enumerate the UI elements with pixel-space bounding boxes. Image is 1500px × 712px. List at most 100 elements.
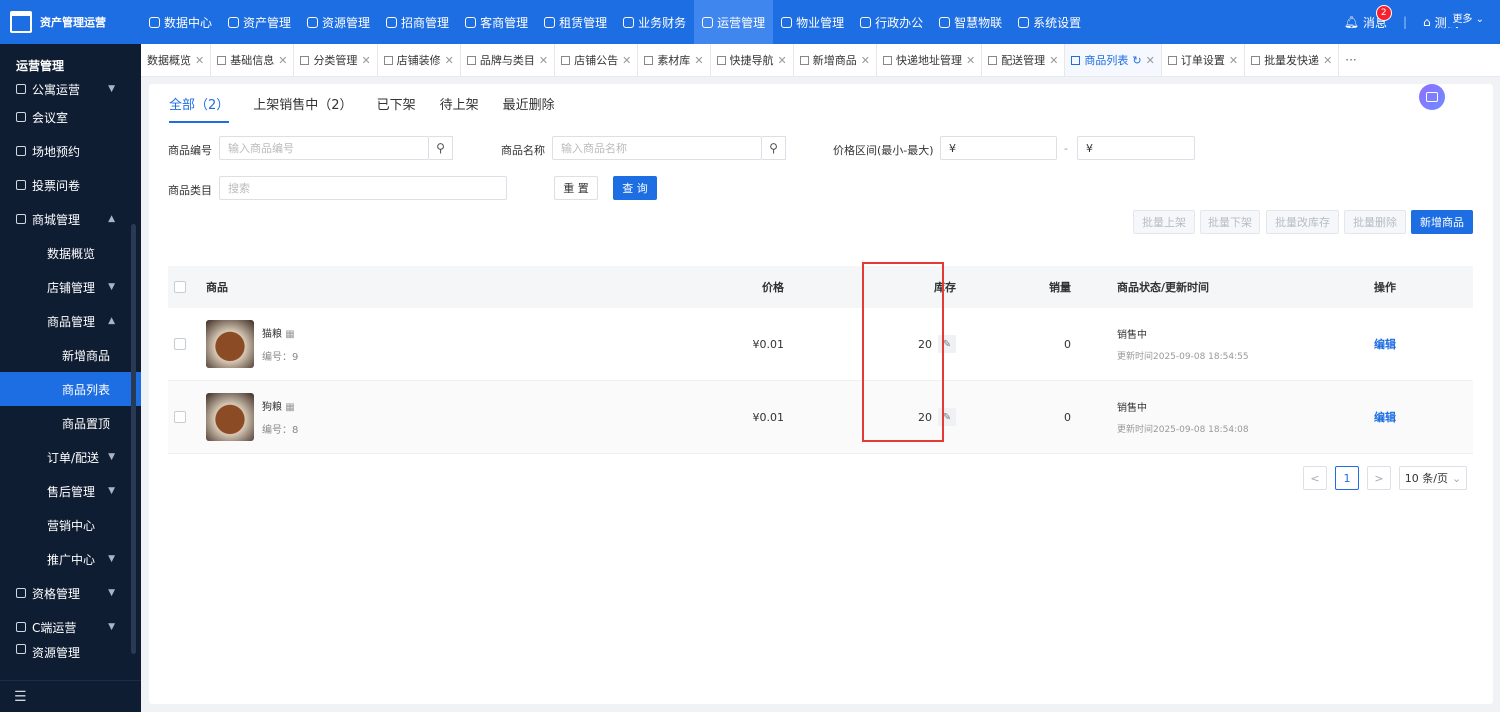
batch-stock-button[interactable]: 批量改库存 xyxy=(1266,210,1339,234)
product-update-time: 更新时间2025-09-08 18:54:55 xyxy=(1117,352,1249,362)
tab-item[interactable]: 店铺公告 ✕ xyxy=(555,44,639,76)
sidebar-item-apartment[interactable]: 公寓运营 ▼ xyxy=(0,78,141,100)
batch-delete-button[interactable]: 批量删除 xyxy=(1344,210,1406,234)
store-icon-button[interactable] xyxy=(1419,84,1445,110)
tab-all[interactable]: 全部（2） xyxy=(169,94,230,123)
nav-data-center[interactable]: 数据中心 xyxy=(141,0,220,44)
nav-finance[interactable]: 业务财务 xyxy=(615,0,694,44)
sidebar-item-c-operation[interactable]: C端运营 ▼ xyxy=(0,610,141,644)
close-icon[interactable]: ✕ xyxy=(778,54,787,67)
min-price-input[interactable]: ¥ xyxy=(940,136,1057,160)
close-icon[interactable]: ✕ xyxy=(1229,54,1238,67)
row-checkbox[interactable] xyxy=(174,411,186,423)
sidebar-item-overview[interactable]: 数据概览 xyxy=(0,236,141,270)
page-number[interactable]: 1 xyxy=(1335,466,1359,490)
tab-off-shelf[interactable]: 已下架 xyxy=(377,94,416,123)
batch-on-shelf-button[interactable]: 批量上架 xyxy=(1133,210,1195,234)
search-icon[interactable]: ⚲ xyxy=(762,136,786,160)
close-icon[interactable]: ✕ xyxy=(195,54,204,67)
qrcode-icon[interactable]: ▦ xyxy=(285,402,294,413)
select-all-checkbox[interactable] xyxy=(174,281,186,293)
nav-resource[interactable]: 资源管理 xyxy=(299,0,378,44)
sidebar-item-store[interactable]: 店铺管理 ▼ xyxy=(0,270,141,304)
batch-off-shelf-button[interactable]: 批量下架 xyxy=(1200,210,1260,234)
status-tabs: 全部（2） 上架销售中（2） 已下架 待上架 最近删除 xyxy=(169,94,555,123)
close-icon[interactable]: ✕ xyxy=(1323,54,1332,67)
close-icon[interactable]: ✕ xyxy=(278,54,287,67)
tab-deleted[interactable]: 最近删除 xyxy=(503,94,555,123)
close-icon[interactable]: ✕ xyxy=(539,54,548,67)
close-icon[interactable]: ✕ xyxy=(1146,54,1155,67)
tab-on-sale[interactable]: 上架销售中（2） xyxy=(253,94,352,123)
name-input[interactable]: 输入商品名称 xyxy=(552,136,762,160)
chevron-down-icon: ⌄ xyxy=(1451,471,1462,485)
close-icon[interactable]: ✕ xyxy=(1049,54,1058,67)
nav-investment[interactable]: 招商管理 xyxy=(378,0,457,44)
messages-button[interactable]: 🔔︎ 消息 2 xyxy=(1344,4,1392,31)
tab-item[interactable]: 品牌与类目 ✕ xyxy=(461,44,556,76)
page-size-select[interactable]: 10 条/页 ⌄ xyxy=(1399,466,1467,490)
tab-item[interactable]: 快递地址管理 ✕ xyxy=(877,44,983,76)
close-icon[interactable]: ✕ xyxy=(966,54,975,67)
tab-item[interactable]: 快捷导航 ✕ xyxy=(711,44,794,76)
reset-button[interactable]: 重 置 xyxy=(554,176,598,200)
refresh-icon[interactable]: ↻ xyxy=(1132,54,1141,67)
sidebar-item-goods-list[interactable]: 商品列表 xyxy=(0,372,141,406)
nav-customer[interactable]: 客商管理 xyxy=(457,0,536,44)
edit-link[interactable]: 编辑 xyxy=(1374,338,1396,351)
sidebar-item-meeting[interactable]: 会议室 xyxy=(0,100,141,134)
code-input[interactable]: 输入商品编号 xyxy=(219,136,429,160)
tab-item[interactable]: 批量发快递 ✕ xyxy=(1245,44,1340,76)
brand[interactable]: 资产管理运营 xyxy=(0,0,141,44)
tab-item[interactable]: 分类管理 ✕ xyxy=(294,44,378,76)
sidebar-item-mall[interactable]: 商城管理 ▲ xyxy=(0,202,141,236)
nav-operation[interactable]: 运营管理 xyxy=(694,0,774,44)
prev-page-button[interactable]: < xyxy=(1303,466,1327,490)
nav-iot[interactable]: 智慧物联 xyxy=(931,0,1010,44)
sidebar-item-add-goods[interactable]: 新增商品 xyxy=(0,338,141,372)
nav-office[interactable]: 行政办公 xyxy=(852,0,931,44)
close-icon[interactable]: ✕ xyxy=(622,54,631,67)
sidebar-item-orders[interactable]: 订单/配送 ▼ xyxy=(0,440,141,474)
tab-item[interactable]: 新增商品 ✕ xyxy=(794,44,877,76)
tab-pending[interactable]: 待上架 xyxy=(440,94,479,123)
close-icon[interactable]: ✕ xyxy=(361,54,370,67)
close-icon[interactable]: ✕ xyxy=(445,54,454,67)
tab-item[interactable]: 店铺装修 ✕ xyxy=(378,44,461,76)
close-icon[interactable]: ✕ xyxy=(694,54,703,67)
nav-lease[interactable]: 租赁管理 xyxy=(536,0,615,44)
collapse-menu-icon[interactable]: ☰ xyxy=(0,680,141,712)
query-button[interactable]: 查 询 xyxy=(613,176,657,200)
sidebar-item-resource[interactable]: 资源管理 xyxy=(0,644,141,658)
tab-item[interactable]: 素材库 ✕ xyxy=(638,44,711,76)
row-checkbox[interactable] xyxy=(174,338,186,350)
tab-item[interactable]: 基础信息 ✕ xyxy=(211,44,295,76)
category-select[interactable]: 搜索 xyxy=(219,176,507,200)
edit-link[interactable]: 编辑 xyxy=(1374,411,1396,424)
folder-icon xyxy=(16,644,26,654)
nav-settings[interactable]: 系统设置 xyxy=(1010,0,1089,44)
sidebar-item-venue[interactable]: 场地预约 xyxy=(0,134,141,168)
sidebar-item-goods-top[interactable]: 商品置顶 xyxy=(0,406,141,440)
qrcode-icon[interactable]: ▦ xyxy=(285,329,294,340)
nav-property[interactable]: 物业管理 xyxy=(773,0,852,44)
nav-asset[interactable]: 资产管理 xyxy=(220,0,299,44)
sidebar-item-promotion[interactable]: 推广中心 ▼ xyxy=(0,542,141,576)
sidebar-scrollbar[interactable] xyxy=(131,224,136,654)
tab-item[interactable]: 商品列表 ↻ ✕ xyxy=(1065,44,1162,76)
tabs-ellipsis[interactable]: ··· xyxy=(1339,53,1362,67)
tab-item[interactable]: 数据概览 ✕ xyxy=(141,44,212,76)
tabs-more-button[interactable]: 更多 ⌄ xyxy=(1446,8,1490,27)
close-icon[interactable]: ✕ xyxy=(861,54,870,67)
sidebar-item-marketing[interactable]: 营销中心 xyxy=(0,508,141,542)
add-goods-button[interactable]: 新增商品 xyxy=(1411,210,1473,234)
sidebar-item-vote[interactable]: 投票问卷 xyxy=(0,168,141,202)
sidebar-item-qualification[interactable]: 资格管理 ▼ xyxy=(0,576,141,610)
search-icon[interactable]: ⚲ xyxy=(429,136,453,160)
sidebar-item-aftersale[interactable]: 售后管理 ▼ xyxy=(0,474,141,508)
tab-item[interactable]: 订单设置 ✕ xyxy=(1162,44,1246,76)
sidebar-item-goods[interactable]: 商品管理 ▲ xyxy=(0,304,141,338)
next-page-button[interactable]: > xyxy=(1367,466,1391,490)
max-price-input[interactable]: ¥ xyxy=(1077,136,1195,160)
tab-item[interactable]: 配送管理 ✕ xyxy=(982,44,1066,76)
